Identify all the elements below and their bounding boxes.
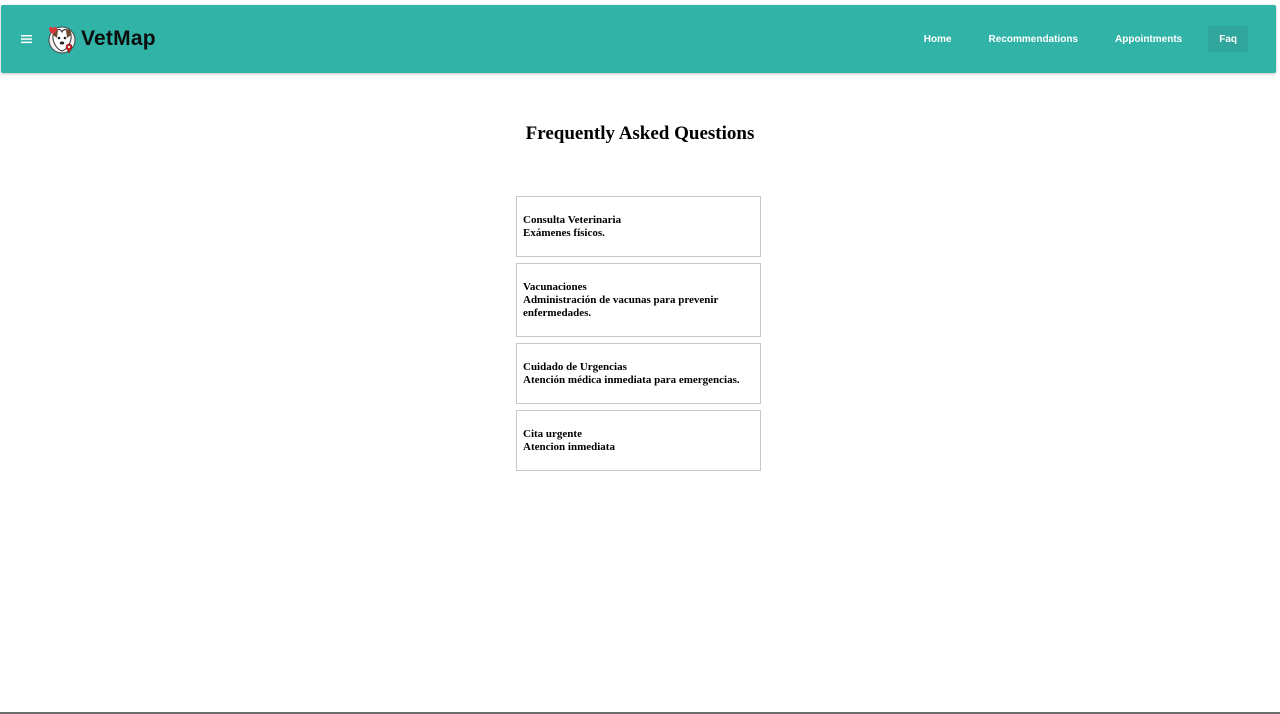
faq-question: Vacunaciones: [523, 281, 587, 293]
nav-home[interactable]: Home: [913, 26, 963, 52]
faq-item[interactable]: Consulta Veterinaria Exámenes físicos.: [516, 196, 761, 257]
faq-answer: Administración de vacunas para prevenir …: [523, 294, 719, 319]
faq-item[interactable]: Cuidado de Urgencias Atención médica inm…: [516, 343, 761, 404]
nav-recommendations[interactable]: Recommendations: [978, 26, 1089, 52]
faq-answer: Atención médica inmediata para emergenci…: [523, 374, 740, 386]
faq-question: Consulta Veterinaria: [523, 214, 622, 226]
faq-item[interactable]: Vacunaciones Administración de vacunas p…: [516, 263, 761, 337]
brand-name[interactable]: VetMap: [81, 27, 156, 51]
page-title: Frequently Asked Questions: [525, 123, 755, 144]
faq-question: Cita urgente: [523, 428, 582, 440]
main-nav: Home Recommendations Appointments Faq: [898, 26, 1248, 52]
faq-question: Cuidado de Urgencias: [523, 361, 627, 373]
faq-list: Consulta Veterinaria Exámenes físicos. V…: [516, 196, 761, 477]
nav-appointments[interactable]: Appointments: [1104, 26, 1193, 52]
menu-icon[interactable]: [16, 28, 38, 50]
vetmap-logo-icon[interactable]: [46, 23, 78, 55]
faq-answer: Exámenes físicos.: [523, 227, 605, 239]
nav-faq[interactable]: Faq: [1208, 26, 1248, 52]
top-toolbar: VetMap Home Recommendations Appointments…: [1, 5, 1276, 73]
faq-item[interactable]: Cita urgente Atencion inmediata: [516, 410, 761, 471]
faq-answer: Atencion inmediata: [523, 441, 615, 453]
